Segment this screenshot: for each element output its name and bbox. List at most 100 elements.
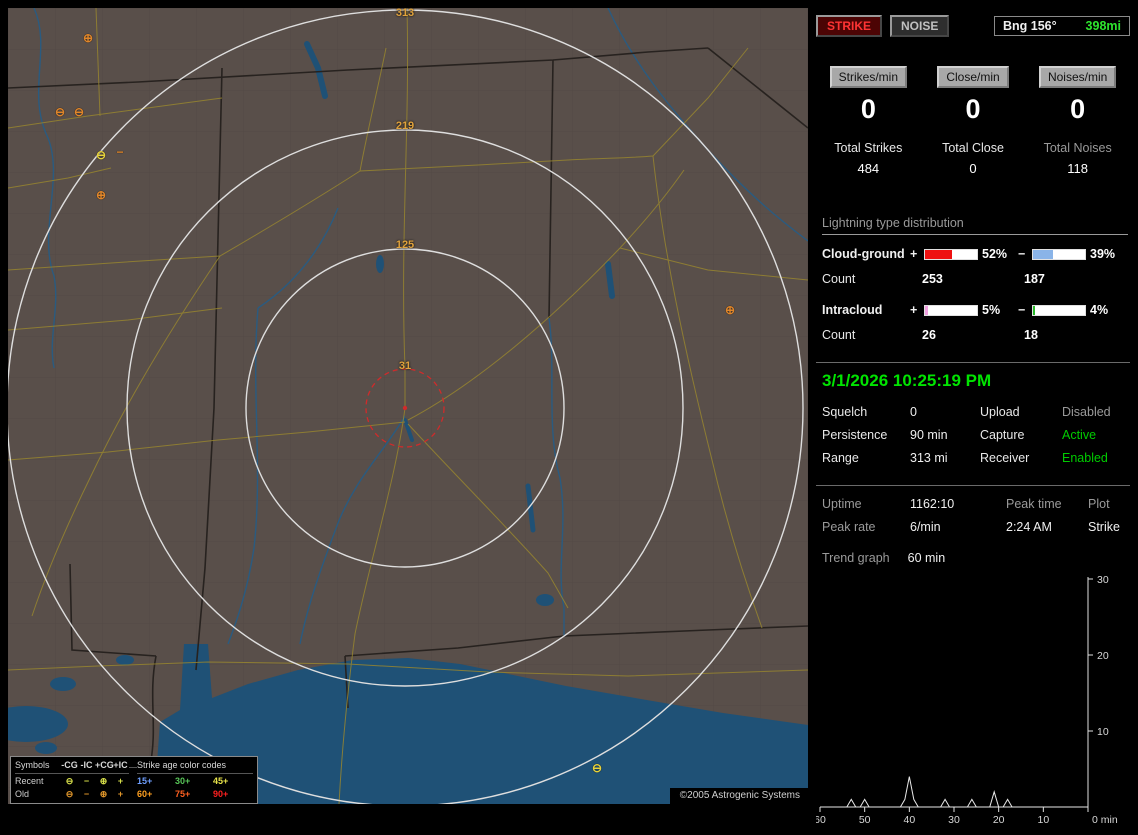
rate-counters: Strikes/min 0 Total Strikes 484 Close/mi… [816, 66, 1130, 176]
distribution-title: Lightning type distribution [822, 216, 1128, 235]
squelch-label: Squelch [822, 405, 868, 419]
distance-value: 398mi [1085, 19, 1121, 33]
cloud-ground-count-row: Count 253 187 [822, 272, 1130, 286]
noises-per-min-value: 0 [1070, 94, 1086, 124]
legend-age-code: 60+ [137, 789, 153, 799]
svg-text:20: 20 [1097, 650, 1109, 662]
cg-negative-bar [1032, 248, 1086, 260]
legend-symbol: ⊕ [99, 776, 108, 786]
strike-marker: ⊖ [73, 105, 85, 119]
total-strikes-label: Total Strikes [834, 141, 903, 155]
ic-positive-bar [924, 304, 978, 316]
close-per-min-button[interactable]: Close/min [937, 66, 1009, 88]
svg-text:30: 30 [948, 814, 960, 826]
noises-per-min-button[interactable]: Noises/min [1038, 66, 1117, 88]
cg-negative-pct: 39% [1090, 247, 1116, 261]
ic-negative-count: 18 [1024, 328, 1038, 342]
svg-text:0 min: 0 min [1092, 814, 1118, 826]
stats-grid: Uptime 1162:10 Peak time Plot Peak rate … [822, 497, 1130, 534]
minus-sign: − [1018, 303, 1026, 317]
legend-col-+IC: +IC [112, 759, 129, 774]
lightning-map: 313 219 125 31 ⊕ ⊖ ⊖ ⊖ − ⊕ ⊕ ⊖ Symbols -CG -IC +CG… [8, 8, 808, 804]
strikes-per-min-button[interactable]: Strikes/min [829, 66, 907, 88]
persistence-value: 90 min [910, 428, 948, 442]
cloud-ground-label: Cloud-ground [822, 247, 905, 261]
bearing-value: Bng 156° [1003, 19, 1057, 33]
legend-col--CG: -CG [61, 759, 78, 774]
copyright-text: ©2005 Astrogenic Systems [669, 788, 808, 804]
plot-label: Plot [1088, 497, 1110, 511]
ic-negative-pct: 4% [1090, 303, 1109, 317]
svg-text:40: 40 [903, 814, 915, 826]
map-legend: Symbols -CG -IC +CG +IC Strike age color code… [10, 756, 258, 804]
ic-positive-pct: 5% [982, 303, 1001, 317]
capture-label: Capture [980, 428, 1025, 442]
strike-marker: ⊕ [95, 188, 107, 202]
legend-symbol: + [117, 789, 124, 799]
trend-graph-header: Trend graph 60 min [822, 551, 1130, 565]
legend-age-title: Strike age color codes [137, 759, 253, 774]
receiver-label: Receiver [980, 451, 1030, 465]
legend-age-code: 90+ [213, 789, 229, 799]
bearing-display: Bng 156° 398mi [994, 16, 1130, 36]
svg-text:20: 20 [993, 814, 1005, 826]
cg-positive-pct: 52% [982, 247, 1008, 261]
total-noises-value: 118 [1067, 161, 1089, 176]
strike-marker: − [116, 145, 124, 159]
mode-toolbar: STRIKE NOISE Bng 156° 398mi [816, 15, 1130, 37]
legend-symbol: ⊖ [65, 776, 74, 786]
range-value: 313 mi [910, 451, 948, 465]
uptime-label: Uptime [822, 497, 862, 511]
plus-sign: + [910, 303, 918, 317]
legend-row-label: Old [15, 789, 30, 799]
squelch-value: 0 [910, 405, 917, 419]
status-panel: STRIKE NOISE Bng 156° 398mi Strikes/min … [816, 0, 1130, 826]
capture-status: Active [1062, 428, 1097, 442]
intracloud-label: Intracloud [822, 303, 883, 317]
total-noises-label: Total Noises [1043, 141, 1112, 155]
close-per-min-value: 0 [965, 94, 981, 124]
legend-age-code: 75+ [175, 789, 191, 799]
status-grid: Squelch 0 Upload Disabled Persistence 90… [822, 405, 1130, 465]
cg-negative-count: 187 [1024, 272, 1045, 286]
strike-marker: ⊕ [82, 31, 94, 45]
legend-symbol: + [117, 776, 124, 786]
total-close-value: 0 [969, 161, 977, 176]
ring-label-313: 313 [395, 8, 415, 19]
upload-status: Disabled [1062, 405, 1111, 419]
legend-col--IC: -IC [78, 759, 95, 774]
legend-symbols-title: Symbols [15, 759, 61, 774]
separator [816, 362, 1130, 363]
persistence-label: Persistence [822, 428, 888, 442]
intracloud-row: Intracloud + 5% − 4% [822, 303, 1130, 317]
legend-symbol: − [83, 776, 90, 786]
legend-col-+CG: +CG [95, 759, 114, 774]
trend-graph-label: Trend graph [822, 551, 890, 565]
trend-graph-window: 60 min [907, 551, 946, 565]
count-label: Count [822, 328, 856, 342]
minus-sign: − [1018, 247, 1026, 261]
ring-label-219: 219 [395, 120, 415, 132]
cg-positive-count: 253 [922, 272, 943, 286]
cg-positive-bar [924, 248, 978, 260]
plot-value: Strike [1088, 520, 1120, 534]
strike-marker: ⊖ [591, 761, 603, 775]
strike-marker: ⊖ [95, 148, 107, 162]
legend-age-code: 45+ [213, 776, 229, 786]
peak-time-value: 2:24 AM [1006, 520, 1052, 534]
legend-symbol: ⊕ [99, 789, 108, 799]
datetime-display: 3/1/2026 10:25:19 PM [822, 371, 992, 390]
range-label: Range [822, 451, 859, 465]
legend-age-code: 30+ [175, 776, 191, 786]
strike-marker: ⊖ [54, 105, 66, 119]
receiver-status: Enabled [1062, 451, 1108, 465]
peak-time-label: Peak time [1006, 497, 1062, 511]
strike-button[interactable]: STRIKE [816, 15, 883, 37]
svg-text:60: 60 [816, 814, 826, 826]
separator [816, 485, 1130, 486]
noise-button[interactable]: NOISE [890, 15, 950, 37]
strikes-per-min-value: 0 [860, 94, 876, 124]
plus-sign: + [910, 247, 918, 261]
legend-gap [129, 766, 137, 768]
strike-marker: ⊕ [724, 303, 736, 317]
